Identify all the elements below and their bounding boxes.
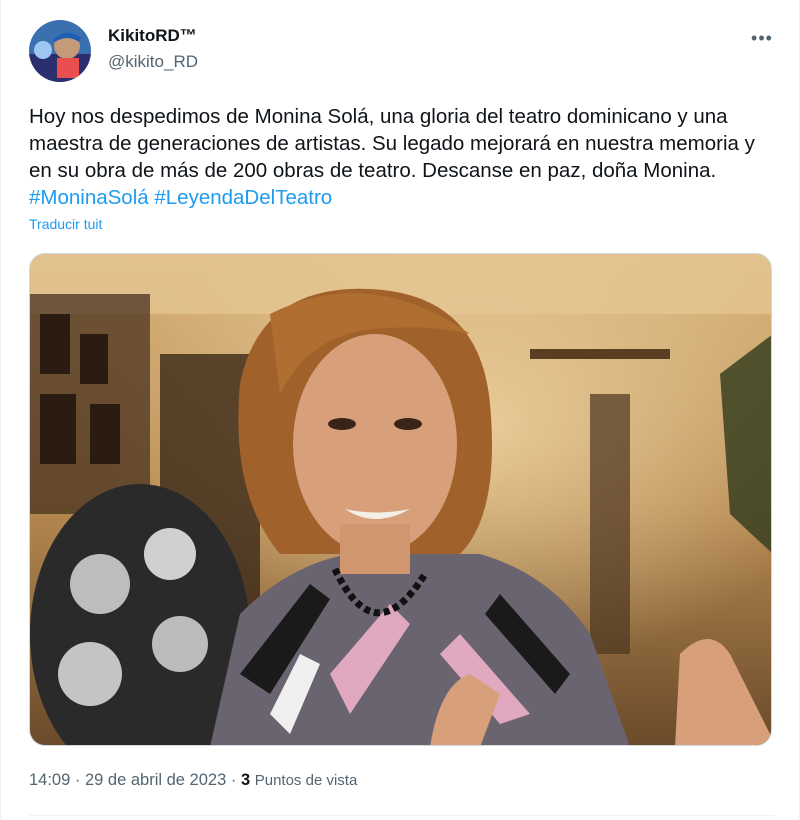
tweet-body: Hoy nos despedimos de Monina Solá, una g… (29, 105, 755, 182)
tweet-date[interactable]: 29 de abril de 2023 (85, 771, 226, 789)
display-name[interactable]: KikitoRD™ (108, 26, 197, 46)
tweet-text: Hoy nos despedimos de Monina Solá, una g… (29, 103, 781, 211)
meta-separator: · (230, 771, 237, 789)
translate-link[interactable]: Traducir tuit (29, 216, 102, 232)
avatar[interactable] (29, 20, 91, 82)
user-handle[interactable]: @kikito_RD (108, 52, 198, 72)
hashtag-link[interactable]: #LeyendaDelTeatro (154, 186, 332, 209)
divider (29, 815, 775, 816)
more-options-icon[interactable]: ••• (749, 28, 775, 48)
tweet-photo[interactable] (29, 253, 772, 746)
hashtag-link[interactable]: #MoninaSolá (29, 186, 149, 209)
tweet-time[interactable]: 14:09 (29, 771, 70, 789)
tweet-meta: 14:09 · 29 de abril de 2023 · 3 Puntos d… (29, 771, 357, 790)
meta-separator: · (74, 771, 81, 789)
tweet-card: KikitoRD™ @kikito_RD ••• Hoy nos despedi… (0, 0, 800, 820)
views-label: Puntos de vista (254, 772, 358, 789)
views-count: 3 (240, 771, 251, 789)
